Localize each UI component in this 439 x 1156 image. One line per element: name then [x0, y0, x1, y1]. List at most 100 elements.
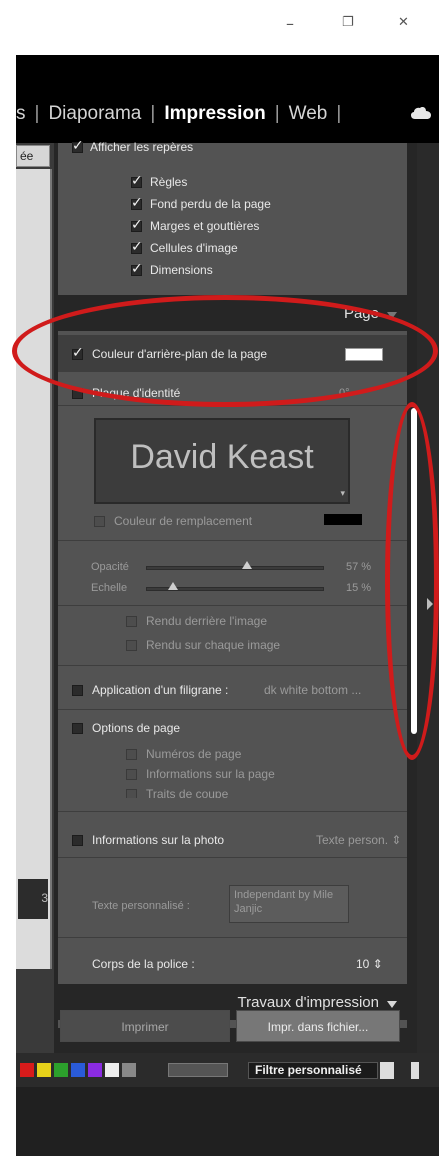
dimensions-checkbox[interactable] — [131, 261, 143, 277]
photo-info-value: Texte person. — [316, 833, 389, 847]
opacity-slider-handle[interactable] — [242, 561, 253, 569]
page-options-checkbox[interactable] — [72, 723, 83, 734]
module-print[interactable]: Impression — [164, 103, 265, 125]
module-separator: | — [336, 103, 342, 124]
image-cells-label: Cellules d'image — [150, 241, 238, 255]
page-info-label: Informations sur la page — [146, 767, 275, 781]
print-preview-canvas — [16, 169, 52, 969]
render-every-label: Rendu sur chaque image — [146, 638, 281, 652]
module-picker: s | Diaporama | Impression | Web | — [16, 55, 439, 143]
opacity-value[interactable]: 57 % — [346, 561, 371, 573]
divider — [58, 811, 407, 812]
close-button[interactable]: ✕ — [398, 15, 409, 30]
page-numbers-checkbox[interactable] — [126, 749, 137, 760]
module-separator: | — [150, 103, 156, 124]
margins-checkbox[interactable] — [131, 217, 143, 233]
left-panel: ée 3 — [16, 143, 54, 1053]
watermark-checkbox[interactable] — [72, 685, 83, 696]
divider — [58, 937, 407, 938]
identity-angle[interactable]: 0° — [339, 387, 350, 399]
scale-slider-handle[interactable] — [167, 582, 178, 590]
color-label-swatch[interactable] — [105, 1063, 119, 1077]
bleed-label: Fond perdu de la page — [150, 197, 271, 211]
photo-info-dropdown[interactable]: Texte person. ⇕ — [316, 833, 401, 847]
module-separator: | — [34, 103, 40, 124]
override-color-swatch[interactable] — [324, 514, 362, 525]
override-color-label: Couleur de remplacement — [114, 514, 253, 528]
bg-color-checkbox[interactable] — [72, 345, 84, 361]
rulers-label: Règles — [150, 175, 188, 189]
module-slideshow[interactable]: Diaporama — [48, 103, 141, 125]
watermark-value[interactable]: dk white bottom ... — [264, 683, 361, 697]
identity-plate-preview[interactable]: David Keast ▾ — [94, 418, 350, 504]
render-behind-checkbox[interactable] — [126, 616, 137, 627]
cloud-icon[interactable] — [411, 106, 431, 120]
page-info-checkbox[interactable] — [126, 769, 137, 780]
stepper-icon: ⇕ — [391, 833, 402, 847]
rulers-checkbox[interactable] — [131, 173, 143, 189]
dropdown-icon[interactable]: ▾ — [340, 489, 345, 499]
divider — [58, 605, 407, 606]
identity-plate-checkbox[interactable] — [72, 388, 83, 399]
color-label-swatch[interactable] — [71, 1063, 85, 1077]
opacity-slider[interactable] — [146, 566, 324, 570]
custom-text-input[interactable]: Independant by Mile Janjic — [229, 885, 349, 923]
panel-scrollbar[interactable] — [411, 408, 417, 734]
opacity-label: Opacité — [91, 561, 129, 573]
divider — [58, 709, 407, 710]
minimize-button[interactable]: – — [286, 14, 294, 33]
color-label-swatch[interactable] — [122, 1063, 136, 1077]
photo-info-checkbox[interactable] — [72, 835, 83, 846]
page-options-label: Options de page — [92, 721, 181, 735]
filter-stepper-icon[interactable] — [380, 1062, 394, 1079]
scale-label: Echelle — [91, 582, 128, 594]
bg-color-swatch[interactable] — [345, 348, 383, 361]
color-label-swatch[interactable] — [20, 1063, 34, 1077]
filter-lock-icon[interactable] — [411, 1062, 419, 1079]
scale-value[interactable]: 15 % — [346, 582, 371, 594]
page-section-header[interactable]: Page — [58, 295, 407, 331]
override-color-checkbox[interactable] — [94, 516, 105, 527]
window-titlebar: – ❐ ✕ — [0, 0, 439, 55]
collapse-triangle-icon[interactable] — [387, 312, 397, 319]
stepper-icon: ⇕ — [372, 957, 383, 971]
print-to-file-button[interactable]: Impr. dans fichier... — [236, 1010, 400, 1042]
bleed-checkbox[interactable] — [131, 195, 143, 211]
photo-info-label: Informations sur la photo — [92, 833, 225, 847]
panel-toggle-arrow-icon[interactable] — [427, 598, 433, 610]
divider — [58, 857, 407, 858]
divider — [58, 405, 407, 406]
filmstrip-thumbnails — [16, 1087, 439, 1156]
left-panel-tab[interactable]: ée — [16, 145, 50, 167]
color-label-swatch[interactable] — [37, 1063, 51, 1077]
color-label-swatch[interactable] — [54, 1063, 68, 1077]
identity-plate-label: Plaque d'identité — [92, 386, 181, 400]
view-mode-icons[interactable] — [168, 1063, 228, 1077]
module-separator: | — [274, 103, 280, 124]
render-every-checkbox[interactable] — [126, 640, 137, 651]
right-panel: Afficher les repères Règles Fond perdu d… — [54, 138, 417, 1053]
filter-dropdown[interactable]: Filtre personnalisé — [248, 1062, 378, 1079]
page-numbers-label: Numéros de page — [146, 747, 242, 761]
divider — [58, 371, 407, 372]
custom-text-label: Texte personnalisé : — [92, 900, 190, 912]
watermark-label: Application d'un filigrane : — [92, 683, 229, 697]
bg-color-label: Couleur d'arrière-plan de la page — [92, 347, 268, 361]
image-cells-checkbox[interactable] — [131, 239, 143, 255]
module-partial[interactable]: s — [16, 103, 26, 125]
divider — [58, 665, 407, 666]
render-behind-label: Rendu derrière l'image — [146, 614, 268, 628]
page-section-title: Page — [343, 305, 379, 322]
show-guides-label: Afficher les repères — [90, 140, 194, 154]
color-label-swatch[interactable] — [88, 1063, 102, 1077]
font-size-dropdown[interactable]: 10 ⇕ — [356, 957, 383, 971]
print-button[interactable]: Imprimer — [60, 1010, 230, 1042]
filmstrip-bar: Filtre personnalisé — [16, 1053, 439, 1087]
show-guides-checkbox[interactable] — [72, 138, 84, 154]
collapse-triangle-icon[interactable] — [387, 1001, 397, 1008]
print-jobs-title: Travaux d'impression — [237, 994, 379, 1011]
filter-value: Filtre personnalisé — [255, 1063, 362, 1077]
restore-button[interactable]: ❐ — [342, 15, 354, 30]
page-counter: 3 — [18, 879, 48, 919]
module-web[interactable]: Web — [289, 103, 328, 125]
